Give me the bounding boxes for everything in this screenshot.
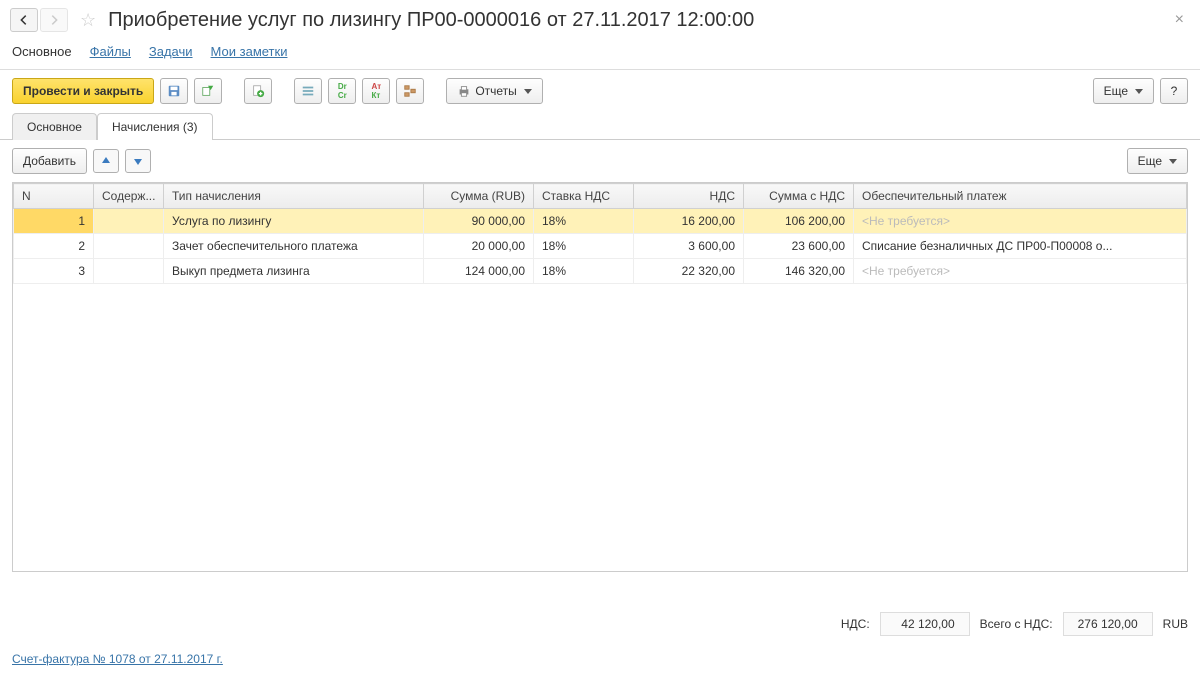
cell-content bbox=[94, 259, 164, 284]
cell-type: Зачет обеспечительного платежа bbox=[164, 234, 424, 259]
move-down-button[interactable] bbox=[125, 149, 151, 173]
cell-vat: 22 320,00 bbox=[634, 259, 744, 284]
cell-deposit: Списание безналичных ДС ПР00-П00008 о... bbox=[854, 234, 1187, 259]
col-content[interactable]: Содерж... bbox=[94, 184, 164, 209]
help-button[interactable]: ? bbox=[1160, 78, 1188, 104]
drcr-icon: DrCr bbox=[338, 82, 347, 100]
cell-n: 1 bbox=[14, 209, 94, 234]
tree-icon bbox=[403, 84, 417, 98]
cell-vat-rate: 18% bbox=[534, 259, 634, 284]
cell-amount: 20 000,00 bbox=[424, 234, 534, 259]
vat-label: НДС: bbox=[841, 617, 870, 631]
save-button[interactable] bbox=[160, 78, 188, 104]
col-n[interactable]: N bbox=[14, 184, 94, 209]
cell-amount: 124 000,00 bbox=[424, 259, 534, 284]
post-icon bbox=[201, 84, 215, 98]
create-based-on-button[interactable] bbox=[244, 78, 272, 104]
section-nav: Основное Файлы Задачи Мои заметки bbox=[0, 40, 1200, 70]
move-up-button[interactable] bbox=[93, 149, 119, 173]
table-row[interactable]: 3 Выкуп предмета лизинга124 000,0018%22 3… bbox=[14, 259, 1187, 284]
arrow-left-icon bbox=[17, 13, 31, 27]
grand-total-label: Всего с НДС: bbox=[980, 617, 1053, 631]
linked-docs-button[interactable] bbox=[396, 78, 424, 104]
invoice-link[interactable]: Счет-фактура № 1078 от 27.11.2017 г. bbox=[12, 652, 223, 666]
nav-main[interactable]: Основное bbox=[12, 44, 72, 59]
totals-bar: НДС: 42 120,00 Всего с НДС: 276 120,00 R… bbox=[841, 612, 1188, 636]
arrow-up-icon bbox=[100, 155, 112, 167]
chevron-down-icon bbox=[1135, 89, 1143, 94]
col-vat[interactable]: НДС bbox=[634, 184, 744, 209]
page-title: Приобретение услуг по лизингу ПР00-00000… bbox=[108, 9, 1161, 32]
cell-type: Услуга по лизингу bbox=[164, 209, 424, 234]
col-deposit[interactable]: Обеспечительный платеж bbox=[854, 184, 1187, 209]
vat-total: 42 120,00 bbox=[880, 612, 970, 636]
cell-type: Выкуп предмета лизинга bbox=[164, 259, 424, 284]
atkt-icon: АтКт bbox=[372, 82, 382, 100]
cell-total: 106 200,00 bbox=[744, 209, 854, 234]
reports-button[interactable]: Отчеты bbox=[446, 78, 542, 104]
cell-deposit: <Не требуется> bbox=[854, 259, 1187, 284]
nav-back-button[interactable] bbox=[10, 8, 38, 32]
print-icon bbox=[457, 84, 471, 98]
chevron-down-icon bbox=[524, 89, 532, 94]
cell-content bbox=[94, 234, 164, 259]
document-plus-icon bbox=[251, 84, 265, 98]
add-row-button[interactable]: Добавить bbox=[12, 148, 87, 174]
cell-n: 2 bbox=[14, 234, 94, 259]
nav-forward-button[interactable] bbox=[40, 8, 68, 32]
accruals-table: N Содерж... Тип начисления Сумма (RUB) С… bbox=[13, 183, 1187, 284]
dtct-button[interactable]: DrCr bbox=[328, 78, 356, 104]
favorite-star-icon[interactable]: ☆ bbox=[80, 10, 96, 31]
cell-vat-rate: 18% bbox=[534, 234, 634, 259]
cell-vat: 3 600,00 bbox=[634, 234, 744, 259]
cell-amount: 90 000,00 bbox=[424, 209, 534, 234]
col-vat-rate[interactable]: Ставка НДС bbox=[534, 184, 634, 209]
cell-total: 23 600,00 bbox=[744, 234, 854, 259]
structure-button[interactable] bbox=[294, 78, 322, 104]
nav-files[interactable]: Файлы bbox=[90, 44, 131, 59]
cell-n: 3 bbox=[14, 259, 94, 284]
arrow-right-icon bbox=[47, 13, 61, 27]
chevron-down-icon bbox=[1169, 159, 1177, 164]
arrow-down-icon bbox=[132, 155, 144, 167]
atct-button[interactable]: АтКт bbox=[362, 78, 390, 104]
post-and-close-button[interactable]: Провести и закрыть bbox=[12, 78, 154, 104]
col-amount[interactable]: Сумма (RUB) bbox=[424, 184, 534, 209]
post-button[interactable] bbox=[194, 78, 222, 104]
subtab-accruals[interactable]: Начисления (3) bbox=[97, 113, 213, 140]
floppy-icon bbox=[167, 84, 181, 98]
currency-label: RUB bbox=[1163, 617, 1188, 631]
cell-deposit: <Не требуется> bbox=[854, 209, 1187, 234]
subtab-main[interactable]: Основное bbox=[12, 113, 97, 140]
table-row[interactable]: 1 Услуга по лизингу90 000,0018%16 200,001… bbox=[14, 209, 1187, 234]
cell-total: 146 320,00 bbox=[744, 259, 854, 284]
more-button[interactable]: Еще bbox=[1093, 78, 1154, 104]
nav-notes[interactable]: Мои заметки bbox=[211, 44, 288, 59]
col-type[interactable]: Тип начисления bbox=[164, 184, 424, 209]
table-more-button[interactable]: Еще bbox=[1127, 148, 1188, 174]
table-row[interactable]: 2 Зачет обеспечительного платежа20 000,00… bbox=[14, 234, 1187, 259]
grand-total: 276 120,00 bbox=[1063, 612, 1153, 636]
cell-content bbox=[94, 209, 164, 234]
col-total[interactable]: Сумма с НДС bbox=[744, 184, 854, 209]
list-icon bbox=[301, 84, 315, 98]
close-button[interactable]: × bbox=[1169, 11, 1190, 29]
cell-vat-rate: 18% bbox=[534, 209, 634, 234]
nav-tasks[interactable]: Задачи bbox=[149, 44, 193, 59]
cell-vat: 16 200,00 bbox=[634, 209, 744, 234]
